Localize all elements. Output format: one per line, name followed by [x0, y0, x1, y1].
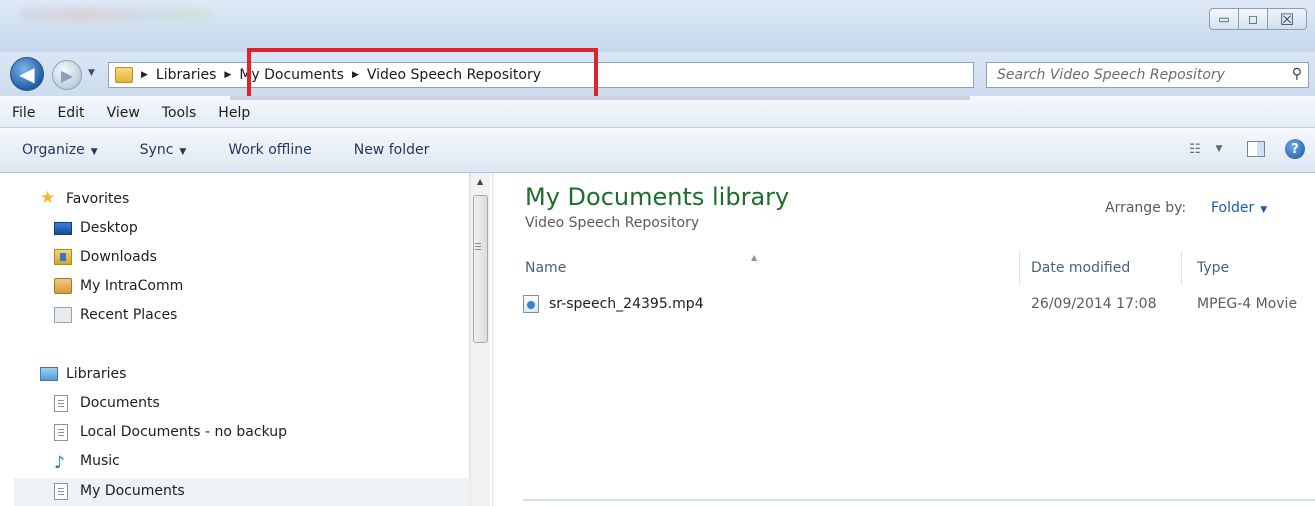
nav-item-label: My Documents [80, 483, 185, 499]
menu-edit[interactable]: Edit [57, 105, 84, 121]
menu-view[interactable]: View [107, 105, 140, 121]
music-icon: ♪ [54, 453, 65, 473]
nav-item-label: My IntraComm [80, 278, 184, 294]
nav-item-label: Local Documents - no backup [80, 424, 287, 440]
command-bar: Organize ▼ Sync ▼ Work offline New folder … [0, 128, 1315, 173]
menu-tools[interactable]: Tools [162, 105, 197, 121]
nav-item-label: Documents [80, 395, 160, 411]
nav-libraries-label: Libraries [66, 366, 127, 382]
nav-item-label: Recent Places [80, 307, 178, 323]
document-library-icon [54, 482, 68, 500]
document-library-icon [54, 423, 68, 441]
sync-button[interactable]: Sync ▼ [140, 142, 187, 158]
search-input[interactable]: Search Video Speech Repository ⚲ [986, 62, 1309, 88]
video-file-icon [523, 295, 539, 313]
document-library-icon [54, 394, 68, 412]
intracomm-icon [54, 278, 72, 294]
back-button[interactable]: ◀ [10, 57, 44, 91]
column-header-type[interactable]: Type [1197, 251, 1229, 285]
nav-item-label: Downloads [80, 249, 157, 265]
column-divider[interactable] [1019, 251, 1020, 285]
new-folder-button[interactable]: New folder [354, 142, 430, 158]
nav-item-desktop[interactable]: Desktop [54, 215, 138, 241]
sync-label: Sync [139, 142, 174, 158]
menu-bar: File Edit View Tools Help [0, 96, 1315, 128]
scroll-up-icon[interactable]: ▲ [477, 177, 483, 186]
chevron-down-icon[interactable]: ▼ [1207, 139, 1231, 159]
content-pane: My Documents library Video Speech Reposi… [492, 173, 1315, 506]
view-controls: ☷ ▼ ? [1183, 139, 1305, 159]
nav-item-my-intracomm[interactable]: My IntraComm [54, 273, 183, 299]
file-date-modified: 26/09/2014 17:08 [1031, 296, 1157, 312]
menu-file[interactable]: File [12, 105, 35, 121]
scrollbar-grip [475, 243, 481, 244]
back-arrow-icon: ◀ [19, 62, 35, 86]
nav-favorites[interactable]: ★ Favorites [40, 186, 129, 212]
arrange-by-value: Folder [1211, 200, 1255, 216]
file-type: MPEG-4 Movie [1197, 296, 1298, 312]
downloads-icon [54, 249, 72, 265]
arrange-by-dropdown[interactable]: Folder ▼ [1211, 200, 1267, 216]
view-options-icon[interactable]: ☷ [1183, 139, 1207, 159]
recent-pages-dropdown[interactable]: ▼ [88, 68, 98, 78]
scrollbar-thumb[interactable] [473, 195, 488, 343]
nav-libraries[interactable]: Libraries [40, 361, 126, 387]
address-row: ◀ ▶ ▼ ▶ Libraries ▶ My Documents ▶ Video… [0, 52, 1315, 96]
organize-button[interactable]: Organize ▼ [22, 142, 98, 158]
chevron-down-icon: ▼ [90, 147, 98, 157]
nav-scrollbar[interactable]: ▲ [470, 173, 490, 506]
organize-label: Organize [22, 142, 85, 158]
navigation-pane: ★ Favorites Desktop Downloads My IntraCo… [12, 173, 470, 506]
nav-favorites-label: Favorites [66, 191, 130, 207]
nav-item-documents[interactable]: Documents [54, 390, 160, 416]
search-placeholder: Search Video Speech Repository [997, 67, 1225, 83]
chevron-right-icon[interactable]: ▶ [141, 70, 148, 80]
column-header-date-modified[interactable]: Date modified [1031, 251, 1130, 285]
column-divider[interactable] [1181, 251, 1182, 285]
blurred-title [20, 8, 210, 22]
file-row[interactable]: sr-speech_24395.mp4 [523, 291, 704, 317]
folder-icon [115, 67, 133, 83]
star-icon: ★ [40, 188, 56, 208]
red-highlight-box [247, 48, 598, 103]
breadcrumb-libraries[interactable]: Libraries [156, 67, 216, 83]
file-name: sr-speech_24395.mp4 [549, 296, 704, 312]
desktop-icon [54, 221, 72, 235]
preview-pane-icon[interactable] [1247, 141, 1265, 157]
chevron-down-icon: ▼ [179, 147, 187, 157]
column-header-name[interactable]: Name [525, 251, 566, 285]
chevron-down-icon: ▼ [1260, 205, 1268, 215]
menu-help[interactable]: Help [218, 105, 250, 121]
arrange-by-label: Arrange by: [1105, 200, 1187, 216]
nav-item-label: Desktop [80, 220, 138, 236]
blurred-strip [230, 96, 970, 100]
forward-arrow-icon: ▶ [60, 65, 74, 85]
nav-item-label: Music [80, 453, 120, 469]
nav-item-my-documents[interactable]: My Documents [54, 478, 185, 504]
nav-item-recent-places[interactable]: Recent Places [54, 302, 177, 328]
maximize-button[interactable]: ◻ [1238, 8, 1268, 30]
horizontal-scroll-track [523, 499, 1315, 501]
library-subtitle: Video Speech Repository [525, 215, 700, 231]
sort-ascending-icon: ▲ [751, 253, 758, 262]
help-icon[interactable]: ? [1285, 139, 1305, 159]
recent-places-icon [54, 307, 72, 323]
minimize-button[interactable]: ▭ [1209, 8, 1239, 30]
title-bar: ▭ ◻ ☒ [0, 0, 1315, 52]
library-title: My Documents library [525, 183, 790, 211]
forward-button[interactable]: ▶ [52, 60, 82, 90]
libraries-icon [40, 367, 58, 381]
close-button[interactable]: ☒ [1267, 8, 1307, 30]
nav-item-music[interactable]: ♪ Music [54, 448, 120, 474]
work-offline-button[interactable]: Work offline [228, 142, 311, 158]
search-icon[interactable]: ⚲ [1292, 66, 1302, 82]
window-controls: ▭ ◻ ☒ [1209, 8, 1307, 30]
nav-item-downloads[interactable]: Downloads [54, 244, 157, 270]
chevron-right-icon[interactable]: ▶ [224, 70, 231, 80]
nav-item-local-documents[interactable]: Local Documents - no backup [54, 419, 287, 445]
